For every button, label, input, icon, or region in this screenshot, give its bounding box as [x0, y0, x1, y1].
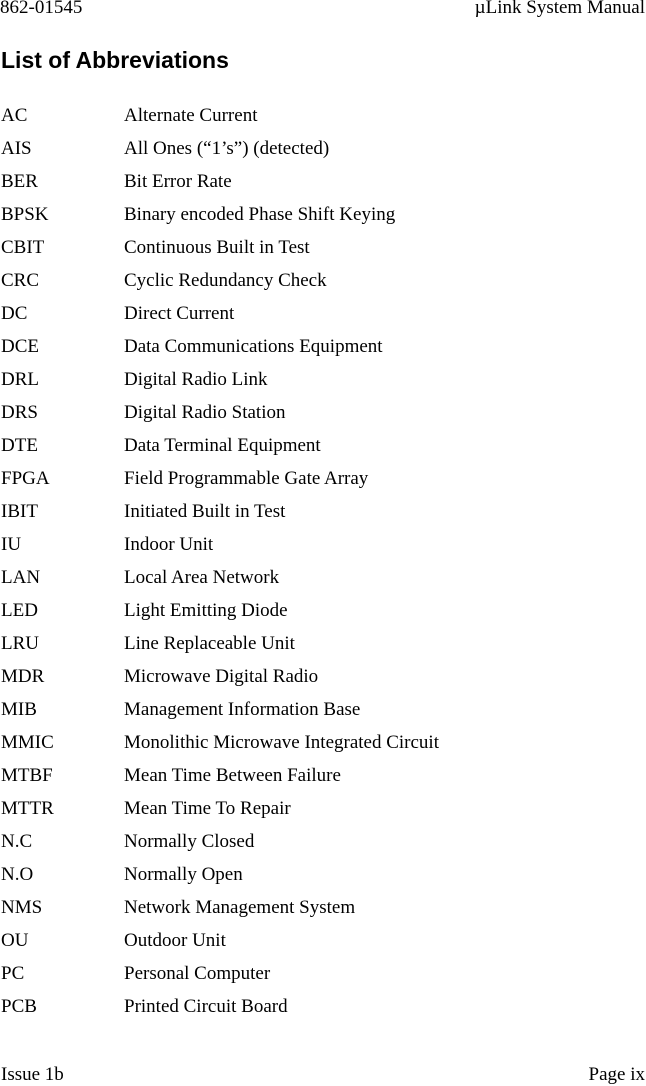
- abbreviation-term: PC: [1, 963, 25, 984]
- abbreviation-definition: Printed Circuit Board: [124, 996, 288, 1017]
- abbreviation-term: DTE: [1, 435, 38, 456]
- abbreviation-term: DRS: [1, 402, 38, 423]
- issue-number: Issue 1b: [1, 1064, 64, 1085]
- abbreviation-definition: Data Terminal Equipment: [124, 435, 321, 456]
- abbreviation-definition: Cyclic Redundancy Check: [124, 270, 327, 291]
- abbreviation-definition: Binary encoded Phase Shift Keying: [124, 204, 396, 225]
- abbreviation-term: NMS: [1, 897, 43, 918]
- abbreviation-term: N.C: [1, 831, 33, 852]
- abbreviation-definition: Local Area Network: [124, 567, 280, 588]
- abbreviation-definition: Outdoor Unit: [124, 930, 226, 951]
- abbreviation-definition: Normally Open: [124, 864, 243, 885]
- abbreviation-definition: Network Management System: [124, 897, 356, 918]
- abbreviation-row: MDR Microwave Digital Radio: [0, 666, 646, 699]
- abbreviation-definition: Bit Error Rate: [124, 171, 232, 192]
- abbreviation-term: MTBF: [1, 765, 53, 786]
- abbreviation-row: AC Alternate Current: [0, 105, 646, 138]
- abbreviation-term: LRU: [1, 633, 39, 654]
- abbreviation-term: DRL: [1, 369, 39, 390]
- abbreviation-definition: Light Emitting Diode: [124, 600, 288, 621]
- abbreviation-row: LRU Line Replaceable Unit: [0, 633, 646, 666]
- abbreviation-row: DCE Data Communications Equipment: [0, 336, 646, 369]
- abbreviation-definition: Indoor Unit: [124, 534, 214, 555]
- abbreviation-term: CBIT: [1, 237, 45, 258]
- abbreviation-term: IU: [1, 534, 22, 555]
- abbreviation-definition: All Ones (“1’s”) (detected): [124, 138, 330, 159]
- abbreviation-row: MTBF Mean Time Between Failure: [0, 765, 646, 798]
- abbreviation-row: LAN Local Area Network: [0, 567, 646, 600]
- abbreviation-row: PCB Printed Circuit Board: [0, 996, 646, 1029]
- abbreviation-term: AC: [1, 105, 28, 126]
- abbreviation-term: FPGA: [1, 468, 50, 489]
- abbreviation-definition: Field Programmable Gate Array: [124, 468, 369, 489]
- abbreviation-definition: Personal Computer: [124, 963, 271, 984]
- abbreviation-row: MIB Management Information Base: [0, 699, 646, 732]
- abbreviation-term: IBIT: [1, 501, 38, 522]
- manual-title: µLink System Manual: [474, 0, 645, 18]
- abbreviation-definition: Monolithic Microwave Integrated Circuit: [124, 732, 439, 753]
- page-footer: Issue 1b Page ix: [0, 1064, 646, 1086]
- abbreviation-row: MTTR Mean Time To Repair: [0, 798, 646, 831]
- abbreviation-term: MDR: [1, 666, 45, 687]
- abbreviation-term: N.O: [1, 864, 34, 885]
- abbreviation-term: BER: [1, 171, 38, 192]
- abbreviation-row: DRL Digital Radio Link: [0, 369, 646, 402]
- abbreviation-row: NMS Network Management System: [0, 897, 646, 930]
- abbreviation-row: CBIT Continuous Built in Test: [0, 237, 646, 270]
- page-title: List of Abbreviations: [1, 47, 229, 73]
- abbreviation-definition: Alternate Current: [124, 105, 258, 126]
- abbreviation-definition: Mean Time Between Failure: [124, 765, 341, 786]
- abbreviation-term: BPSK: [1, 204, 49, 225]
- abbreviation-term: MIB: [1, 699, 37, 720]
- abbreviation-term: DC: [1, 303, 28, 324]
- page-header: 862-01545 µLink System Manual: [0, 0, 646, 20]
- abbreviation-term: MMIC: [1, 732, 54, 753]
- abbreviation-term: AIS: [1, 138, 32, 159]
- abbreviation-row: N.O Normally Open: [0, 864, 646, 897]
- abbreviation-row: IBIT Initiated Built in Test: [0, 501, 646, 534]
- abbreviation-term: PCB: [1, 996, 37, 1017]
- abbreviation-definition: Direct Current: [124, 303, 235, 324]
- abbreviation-row: IU Indoor Unit: [0, 534, 646, 567]
- abbreviation-definition: Mean Time To Repair: [124, 798, 291, 819]
- abbreviation-row: AIS All Ones (“1’s”) (detected): [0, 138, 646, 171]
- document-number: 862-01545: [0, 0, 83, 18]
- abbreviation-definition: Digital Radio Link: [124, 369, 268, 390]
- abbreviation-term: OU: [1, 930, 29, 951]
- abbreviation-term: LAN: [1, 567, 41, 588]
- abbreviation-term: LED: [1, 600, 38, 621]
- abbreviation-row: PC Personal Computer: [0, 963, 646, 996]
- abbreviation-row: OU Outdoor Unit: [0, 930, 646, 963]
- abbreviation-definition: Data Communications Equipment: [124, 336, 383, 357]
- abbreviation-term: CRC: [1, 270, 40, 291]
- abbreviation-definition: Line Replaceable Unit: [124, 633, 295, 654]
- abbreviation-term: MTTR: [1, 798, 54, 819]
- abbreviation-definition: Continuous Built in Test: [124, 237, 310, 258]
- abbreviation-definition: Normally Closed: [124, 831, 255, 852]
- abbreviation-row: FPGA Field Programmable Gate Array: [0, 468, 646, 501]
- abbreviation-row: N.C Normally Closed: [0, 831, 646, 864]
- abbreviation-row: CRC Cyclic Redundancy Check: [0, 270, 646, 303]
- abbreviation-definition: Microwave Digital Radio: [124, 666, 319, 687]
- abbreviation-definition: Initiated Built in Test: [124, 501, 286, 522]
- page-number: Page ix: [588, 1064, 645, 1085]
- abbreviation-definition: Digital Radio Station: [124, 402, 286, 423]
- abbreviation-row: DTE Data Terminal Equipment: [0, 435, 646, 468]
- abbreviation-row: BPSK Binary encoded Phase Shift Keying: [0, 204, 646, 237]
- abbreviation-row: LED Light Emitting Diode: [0, 600, 646, 633]
- abbreviation-row: DC Direct Current: [0, 303, 646, 336]
- abbreviation-row: BER Bit Error Rate: [0, 171, 646, 204]
- abbreviation-list: AC Alternate Current AIS All Ones (“1’s”) (…: [0, 105, 646, 1029]
- abbreviation-row: MMIC Monolithic Microwave Integrated Circ…: [0, 732, 646, 765]
- abbreviation-term: DCE: [1, 336, 39, 357]
- abbreviation-row: DRS Digital Radio Station: [0, 402, 646, 435]
- abbreviation-definition: Management Information Base: [124, 699, 361, 720]
